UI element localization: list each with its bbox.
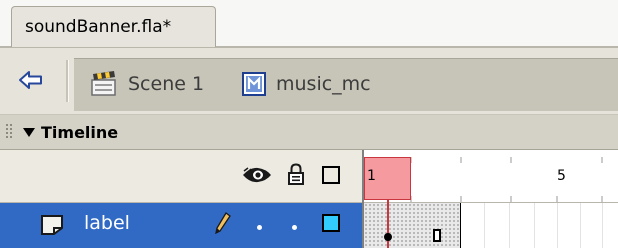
keyframe[interactable] [384,233,392,241]
frame-cell-divider [509,203,510,248]
back-arrow-icon [19,71,42,89]
layer-visibility-toggle[interactable] [257,225,262,230]
frame-cell-divider [484,203,485,248]
clapper-scene-icon [91,71,116,96]
edit-bar-separator [66,60,69,102]
layer-column-header [0,150,364,203]
pencil-icon [215,212,231,234]
end-frame-marker[interactable] [433,229,441,242]
breadcrumb-symbol[interactable]: music_mc [242,64,371,104]
outline-icon[interactable] [322,166,340,184]
layer-outline-color-swatch[interactable] [322,214,340,232]
document-tab-label: soundBanner.fla* [25,17,172,37]
layer-name[interactable]: label [84,212,130,234]
frame-cell-divider [557,203,558,248]
frame-cell-divider [534,203,535,248]
timeline-title: Timeline [41,123,119,142]
back-button[interactable] [14,63,48,97]
layer-lock-toggle[interactable] [292,225,297,230]
frame-span[interactable] [364,203,461,248]
eye-icon[interactable] [242,166,272,184]
triangle-down-icon [23,127,35,137]
breadcrumb-scene-label: Scene 1 [128,73,205,95]
frame-cell-divider [580,203,581,248]
movieclip-symbol-icon [242,72,266,96]
lock-icon[interactable] [288,163,304,185]
frame-number-5: 5 [557,168,566,184]
breadcrumb-scene[interactable]: Scene 1 [90,64,204,104]
label-layer-icon [41,215,63,235]
frame-cell-divider [602,203,603,248]
frame-number-1: 1 [367,168,376,184]
timeline-collapse-toggle[interactable]: Timeline [23,123,118,142]
panel-gripper-icon[interactable] [6,124,14,140]
breadcrumb-symbol-label: music_mc [276,73,371,95]
